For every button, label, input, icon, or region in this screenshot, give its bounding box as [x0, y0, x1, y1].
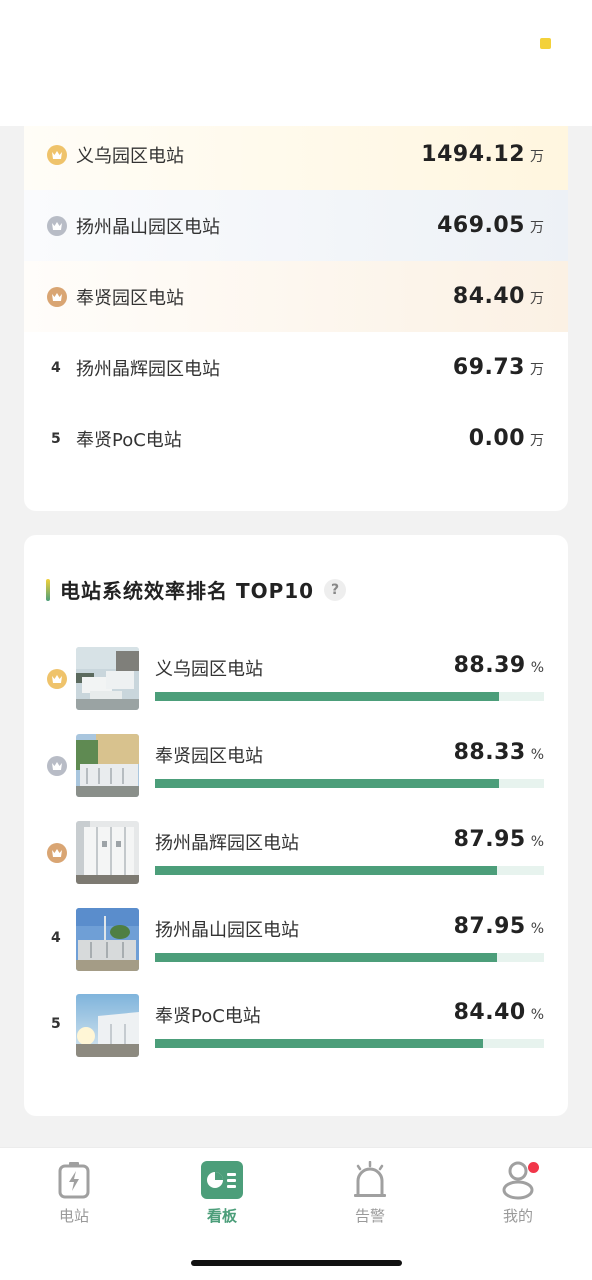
crown-gold-icon — [47, 669, 67, 689]
value-unit: % — [530, 1007, 544, 1023]
efficiency-value: 84.40 % — [454, 1000, 544, 1025]
value-unit: % — [530, 747, 544, 763]
station-thumbnail — [76, 821, 139, 884]
efficiency-row[interactable]: 5 奉贤PoC电站 84.40 % — [24, 994, 568, 1058]
card-title: 电站系统效率排名 TOP10 ? — [46, 575, 347, 604]
progress-fill — [155, 779, 499, 788]
value-unit: 万 — [530, 433, 544, 449]
revenue-row[interactable]: 4 扬州晶辉园区电站 69.73 万 — [24, 332, 568, 403]
value-unit: 万 — [530, 291, 544, 307]
revenue-ranking-card: 义乌园区电站 1494.12 万 扬州晶山园区电站 469.05 万 奉贤园区电… — [24, 90, 568, 511]
value-number: 87.95 — [453, 914, 526, 939]
tab-label: 告警 — [354, 1207, 385, 1225]
revenue-row[interactable]: 奉贤园区电站 84.40 万 — [24, 261, 568, 332]
station-thumbnail — [76, 908, 139, 971]
top-header — [0, 0, 592, 126]
value-unit: % — [530, 834, 544, 850]
home-indicator — [191, 1260, 402, 1266]
rank-number: 5 — [51, 430, 61, 447]
revenue-value: 0.00 万 — [469, 426, 544, 451]
efficiency-value: 87.95 % — [454, 827, 544, 852]
rank-number: 4 — [51, 930, 61, 946]
notification-dot — [528, 1162, 539, 1173]
help-icon[interactable]: ? — [324, 578, 347, 601]
crown-silver-icon — [47, 756, 67, 776]
rank-number: 4 — [51, 359, 61, 376]
progress-fill — [155, 953, 498, 962]
alarm-bell-icon — [348, 1160, 392, 1200]
station-name: 奉贤园区电站 — [76, 287, 184, 309]
efficiency-progress-bar — [155, 866, 544, 875]
tab-dashboard[interactable]: 看板 — [172, 1160, 272, 1230]
efficiency-row[interactable]: 扬州晶辉园区电站 87.95 % — [24, 821, 568, 885]
tab-station[interactable]: 电站 — [24, 1160, 124, 1230]
efficiency-value: 88.39 % — [454, 653, 544, 678]
crown-bronze-icon — [47, 286, 67, 307]
efficiency-value: 87.95 % — [454, 914, 544, 939]
efficiency-row[interactable]: 4 扬州晶山园区电站 87.95 % — [24, 908, 568, 972]
efficiency-row[interactable]: 奉贤园区电站 88.33 % — [24, 734, 568, 798]
revenue-value: 469.05 万 — [437, 213, 544, 238]
title-accent-bar — [46, 578, 50, 601]
station-name: 扬州晶辉园区电站 — [155, 833, 299, 854]
tab-alarm[interactable]: 告警 — [320, 1160, 420, 1230]
station-thumbnail — [76, 994, 139, 1057]
tab-label: 电站 — [58, 1207, 89, 1225]
efficiency-progress-bar — [155, 692, 544, 701]
progress-fill — [155, 692, 499, 701]
tab-profile[interactable]: 我的 — [468, 1160, 568, 1230]
crown-gold-icon — [47, 144, 67, 165]
station-name: 扬州晶辉园区电站 — [76, 358, 220, 380]
value-number: 87.95 — [453, 827, 526, 852]
value-unit: 万 — [530, 220, 544, 236]
revenue-value: 1494.12 万 — [421, 142, 544, 167]
value-number: 88.33 — [453, 740, 526, 765]
value-unit: 万 — [530, 149, 544, 165]
value-number: 0.00 — [468, 426, 525, 451]
efficiency-progress-bar — [155, 953, 544, 962]
crown-silver-icon — [47, 215, 67, 236]
station-thumbnail — [76, 734, 139, 797]
station-name: 扬州晶山园区电站 — [76, 216, 220, 238]
crown-bronze-icon — [47, 843, 67, 863]
revenue-value: 84.40 万 — [453, 284, 544, 309]
value-number: 469.05 — [437, 213, 525, 238]
value-number: 1494.12 — [421, 142, 525, 167]
station-name: 义乌园区电站 — [76, 145, 184, 167]
tab-label: 我的 — [502, 1207, 533, 1225]
value-number: 84.40 — [453, 1000, 526, 1025]
value-number: 69.73 — [452, 355, 525, 380]
value-number: 84.40 — [452, 284, 525, 309]
revenue-value: 69.73 万 — [453, 355, 544, 380]
efficiency-value: 88.33 % — [454, 740, 544, 765]
station-name: 奉贤PoC电站 — [76, 429, 182, 451]
progress-fill — [155, 866, 498, 875]
value-unit: 万 — [530, 362, 544, 378]
revenue-row[interactable]: 5 奉贤PoC电站 0.00 万 — [24, 403, 568, 474]
dashboard-pie-icon — [200, 1160, 244, 1200]
tab-label: 看板 — [206, 1207, 237, 1225]
efficiency-progress-bar — [155, 779, 544, 788]
battery-bolt-icon — [52, 1160, 96, 1200]
revenue-row[interactable]: 扬州晶山园区电站 469.05 万 — [24, 190, 568, 261]
efficiency-ranking-card: 电站系统效率排名 TOP10 ? 义乌园区电站 88.39 % 奉贤园区电站 8… — [24, 535, 568, 1116]
card-title-text: 电站系统效率排名 TOP10 — [60, 579, 315, 603]
station-thumbnail — [76, 647, 139, 710]
revenue-row[interactable]: 义乌园区电站 1494.12 万 — [24, 119, 568, 190]
station-name: 奉贤PoC电站 — [155, 1006, 261, 1027]
efficiency-row[interactable]: 义乌园区电站 88.39 % — [24, 647, 568, 711]
value-unit: % — [530, 660, 544, 676]
rank-number: 5 — [51, 1016, 61, 1032]
station-name: 奉贤园区电站 — [155, 746, 263, 767]
value-number: 88.39 — [453, 653, 526, 678]
efficiency-progress-bar — [155, 1039, 544, 1048]
value-unit: % — [530, 921, 544, 937]
station-name: 义乌园区电站 — [155, 659, 263, 680]
progress-fill — [155, 1039, 484, 1048]
dashboard-page: 义乌园区电站 1494.12 万 扬州晶山园区电站 469.05 万 奉贤园区电… — [0, 0, 592, 1280]
station-name: 扬州晶山园区电站 — [155, 920, 299, 941]
header-indicator-dot — [540, 38, 551, 49]
